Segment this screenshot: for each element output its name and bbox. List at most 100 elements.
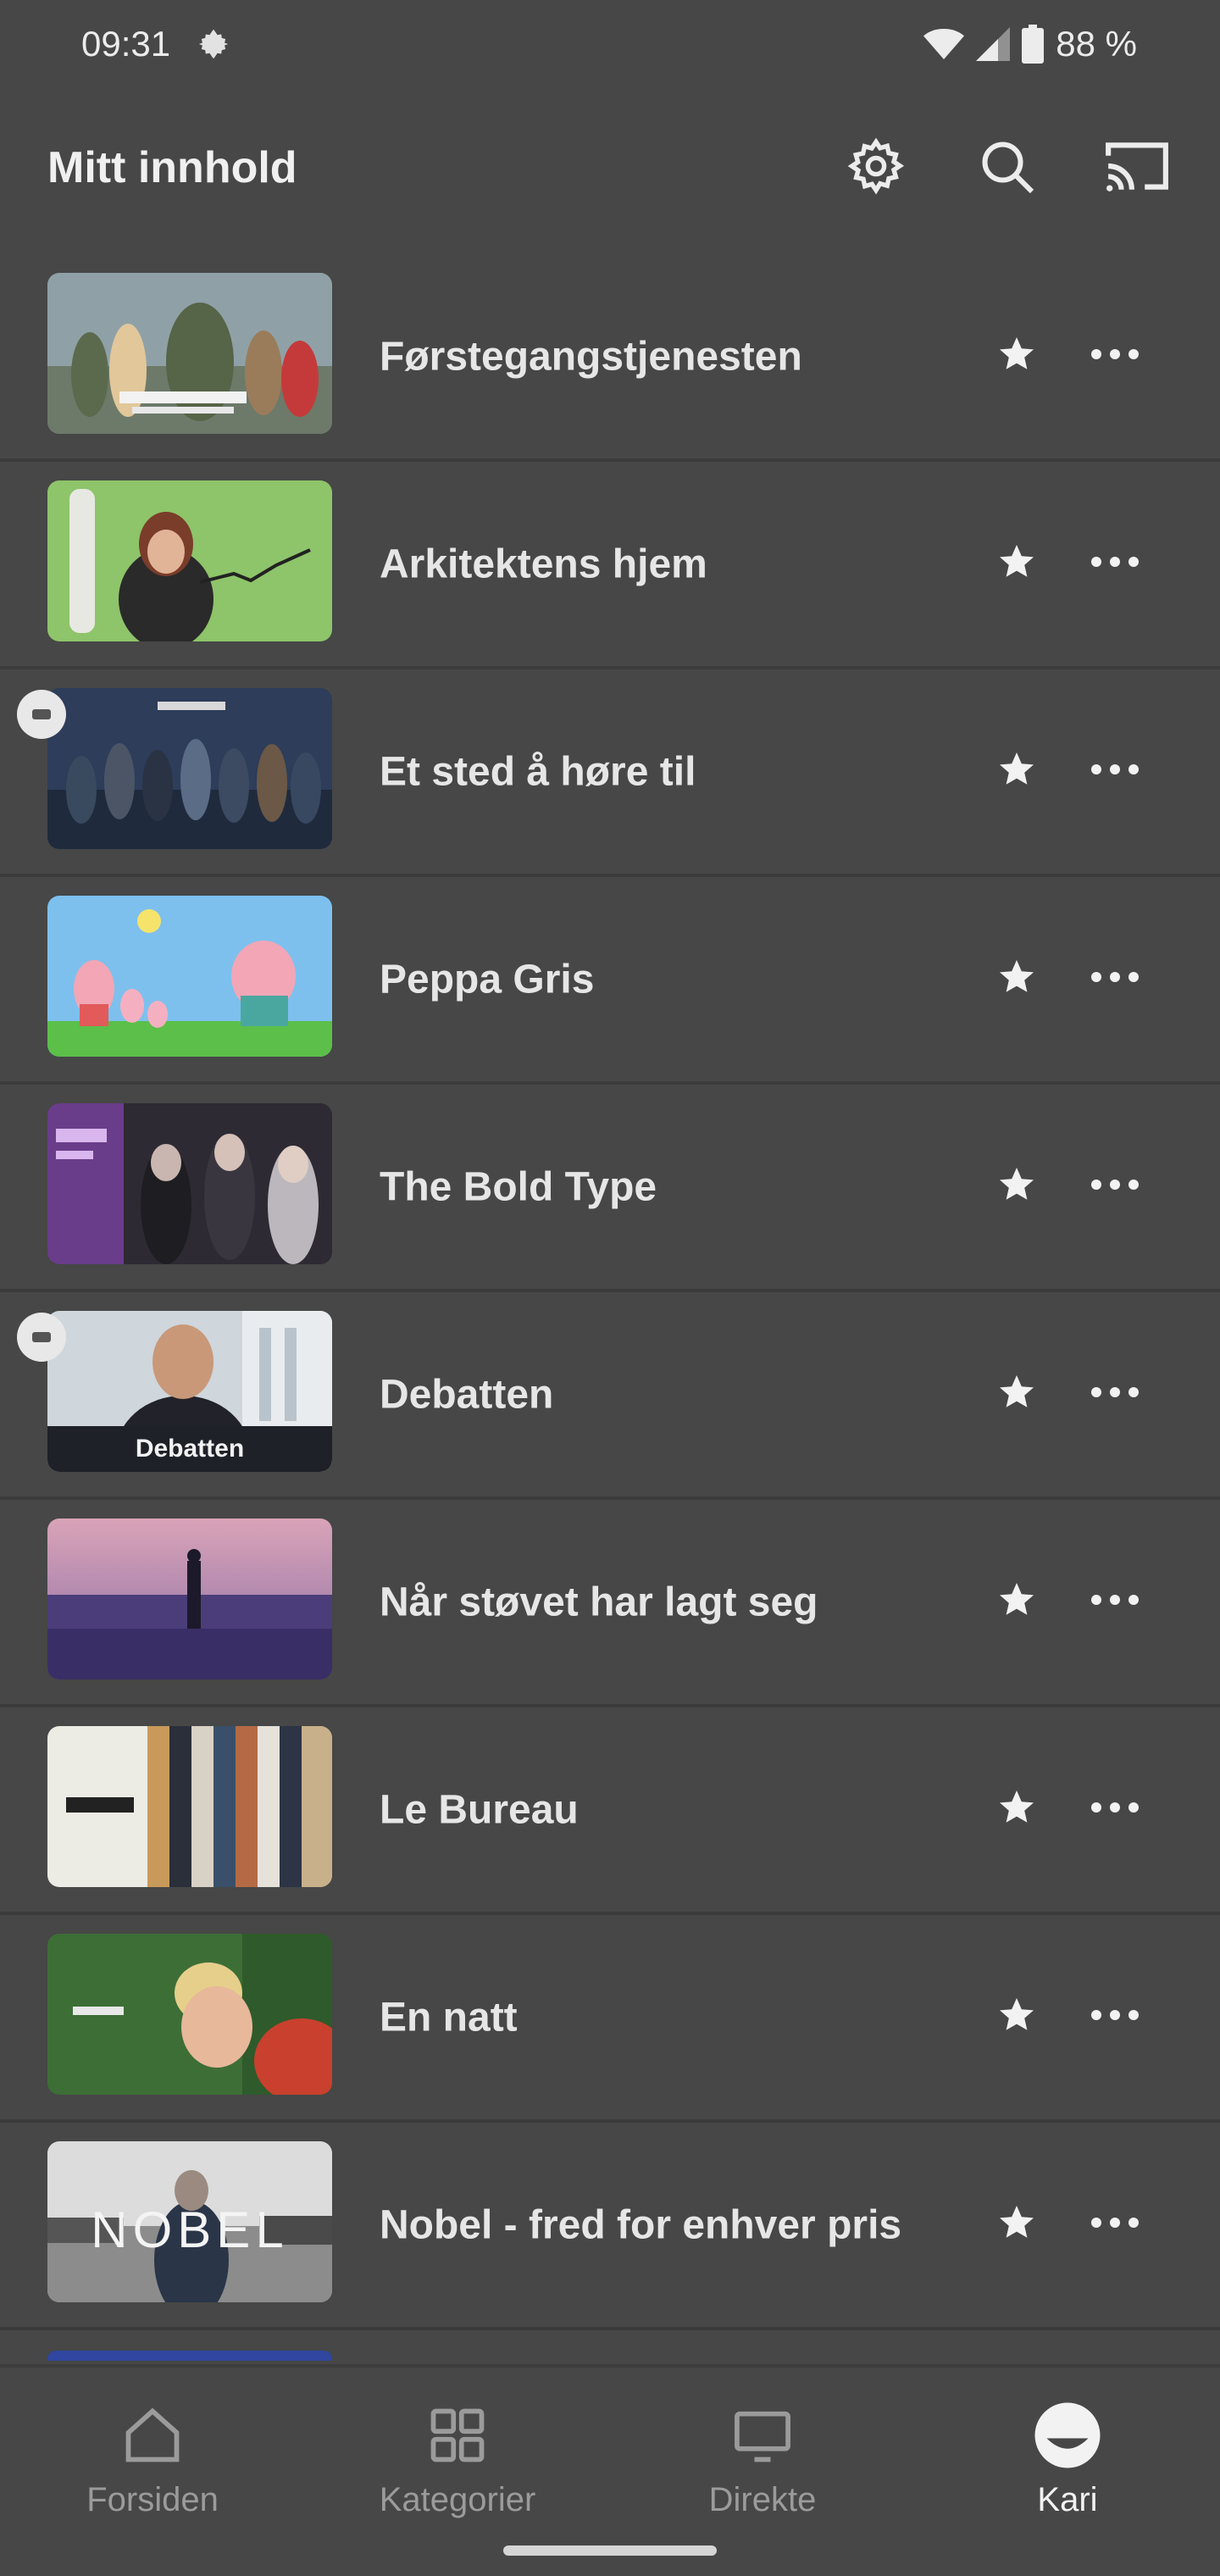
more-dots-icon — [1090, 1802, 1140, 1818]
signal-icon — [976, 27, 1011, 61]
audio-description-badge — [17, 1313, 66, 1362]
more-dots-icon — [1090, 1179, 1140, 1195]
favorite-button[interactable] — [990, 2198, 1044, 2252]
item-title: Debatten — [380, 1372, 554, 1417]
more-dots-icon — [1090, 1594, 1140, 1610]
more-options-button[interactable] — [1084, 745, 1145, 799]
item-title: Nobel - fred for enhver pris — [380, 2202, 902, 2247]
list-item[interactable]: Førstegangstjenesten — [0, 254, 1220, 462]
thumbnail-nar-stovet-har-lagt-seg[interactable] — [47, 1518, 332, 1679]
more-options-button[interactable] — [1084, 1575, 1145, 1629]
list-item[interactable]: Peppa Gris — [0, 877, 1220, 1085]
more-dots-icon — [1090, 1386, 1140, 1402]
item-title: Når støvet har lagt seg — [380, 1579, 818, 1624]
list-item[interactable]: Arkitektens hjem — [0, 462, 1220, 669]
tv-icon — [727, 2400, 798, 2471]
battery-percent: 88 % — [1056, 24, 1137, 64]
thumbnail-debatten[interactable]: Debatten — [47, 1311, 332, 1472]
grid-icon — [422, 2400, 493, 2471]
item-title: Le Bureau — [380, 1787, 579, 1832]
item-title: Arkitektens hjem — [380, 541, 707, 586]
list-item[interactable]: Et sted å høre til — [0, 669, 1220, 877]
status-bar: 09:31 88 % — [0, 0, 1220, 88]
thumbnail-nobel[interactable]: NOBEL — [47, 2141, 332, 2302]
thumbnail-the-bold-type[interactable] — [47, 1103, 332, 1264]
favorite-button[interactable] — [990, 330, 1044, 384]
more-dots-icon — [1090, 348, 1140, 364]
more-options-button[interactable] — [1084, 1368, 1145, 1422]
favorite-button[interactable] — [990, 1160, 1044, 1214]
status-right: 88 % — [923, 24, 1137, 64]
page-title: Mitt innhold — [47, 143, 297, 192]
app-actions — [840, 132, 1173, 203]
more-dots-icon — [1090, 763, 1140, 780]
star-icon — [996, 2202, 1037, 2247]
thumbnail-peppa-gris[interactable] — [47, 896, 332, 1057]
more-options-button[interactable] — [1084, 330, 1145, 384]
nav-item-kari[interactable]: Kari — [915, 2368, 1220, 2576]
more-options-button[interactable] — [1084, 1990, 1145, 2045]
next-item-thumbnail-peek — [47, 2351, 332, 2361]
list-item[interactable]: The Bold Type — [0, 1085, 1220, 1292]
list-item[interactable]: NOBEL Nobel - fred for enhver pris — [0, 2123, 1220, 2330]
thumbnail-le-bureau[interactable] — [47, 1726, 332, 1887]
content-list: Førstegangstjenesten Arkitektens hjem Et… — [0, 254, 1220, 2330]
star-icon — [996, 1372, 1037, 1417]
list-item[interactable]: Debatten Debatten — [0, 1292, 1220, 1500]
search-button[interactable] — [971, 132, 1042, 203]
star-icon — [996, 1787, 1037, 1832]
more-options-button[interactable] — [1084, 537, 1145, 591]
status-time: 09:31 — [81, 24, 171, 64]
thumbnail-et-sted-a-hore-til[interactable] — [47, 688, 332, 849]
more-options-button[interactable] — [1084, 2198, 1145, 2252]
list-item[interactable]: En natt — [0, 1915, 1220, 2123]
bottom-navigation: Forsiden Kategorier Direkte Kari — [0, 2364, 1220, 2576]
thumbnail-arkitektens-hjem[interactable] — [47, 480, 332, 641]
nav-label: Kategorier — [379, 2481, 536, 2518]
star-icon — [996, 1995, 1037, 2040]
favorite-button[interactable] — [990, 745, 1044, 799]
favorite-button[interactable] — [990, 537, 1044, 591]
star-icon — [996, 957, 1037, 1002]
list-item[interactable]: Le Bureau — [0, 1707, 1220, 1915]
item-title: En natt — [380, 1995, 518, 2040]
cast-button[interactable] — [1101, 132, 1173, 203]
settings-icon — [846, 136, 907, 201]
search-icon — [976, 136, 1037, 201]
thumbnail-en-natt[interactable] — [47, 1934, 332, 2095]
thumbnail-text-debatten: Debatten — [135, 1435, 245, 1463]
more-dots-icon — [1090, 2217, 1140, 2233]
star-icon — [996, 749, 1037, 794]
audio-description-badge — [17, 690, 66, 739]
star-icon — [996, 334, 1037, 379]
star-icon — [996, 541, 1037, 586]
thumbnail-text-nobel: NOBEL — [91, 2201, 289, 2258]
item-title: The Bold Type — [380, 1164, 657, 1209]
favorite-button[interactable] — [990, 1368, 1044, 1422]
favorite-button[interactable] — [990, 1783, 1044, 1837]
nav-item-forsiden[interactable]: Forsiden — [0, 2368, 305, 2576]
more-dots-icon — [1090, 556, 1140, 572]
app-bar: Mitt innhold — [0, 105, 1220, 230]
gesture-handle[interactable] — [503, 2545, 717, 2556]
status-left: 09:31 — [81, 24, 233, 64]
list-item[interactable]: Når støvet har lagt seg — [0, 1500, 1220, 1707]
home-icon — [117, 2400, 188, 2471]
star-icon — [996, 1164, 1037, 1209]
settings-gear-icon — [194, 25, 233, 64]
more-dots-icon — [1090, 971, 1140, 987]
favorite-button[interactable] — [990, 952, 1044, 1007]
favorite-button[interactable] — [990, 1990, 1044, 2045]
more-dots-icon — [1090, 2009, 1140, 2025]
star-icon — [996, 1579, 1037, 1624]
favorite-button[interactable] — [990, 1575, 1044, 1629]
avatar-icon — [1032, 2400, 1103, 2471]
nav-label: Direkte — [708, 2481, 817, 2518]
more-options-button[interactable] — [1084, 1160, 1145, 1214]
settings-button[interactable] — [840, 132, 912, 203]
wifi-icon — [923, 27, 965, 61]
more-options-button[interactable] — [1084, 952, 1145, 1007]
thumbnail-forstegangstjenesten[interactable] — [47, 273, 332, 434]
more-options-button[interactable] — [1084, 1783, 1145, 1837]
item-title: Førstegangstjenesten — [380, 334, 802, 379]
